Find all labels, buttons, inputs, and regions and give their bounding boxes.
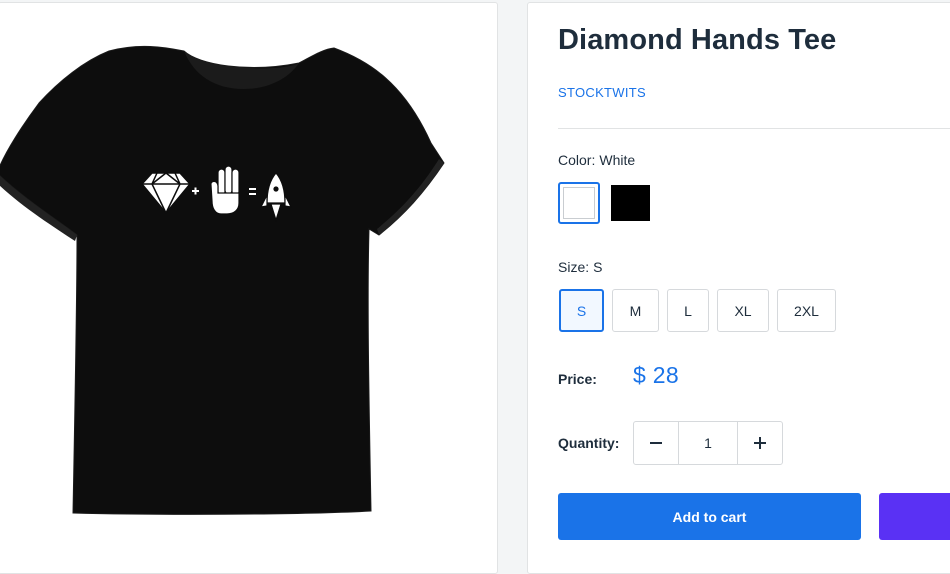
size-option-2xl[interactable]: 2XL	[777, 289, 836, 332]
size-option-label: Size: S	[558, 259, 602, 275]
plus-icon	[754, 437, 766, 449]
price-value: $ 28	[633, 362, 679, 388]
quantity-label: Quantity:	[558, 435, 620, 451]
product-image-card	[0, 2, 498, 574]
size-label-text: Size:	[558, 259, 590, 275]
color-option-label: Color: White	[558, 152, 635, 168]
color-label-text: Color:	[558, 152, 596, 168]
product-title: Diamond Hands Tee	[558, 24, 837, 56]
swatch-black[interactable]	[611, 185, 650, 221]
product-image[interactable]	[0, 3, 497, 560]
divider	[558, 128, 950, 129]
color-selected-value: White	[599, 152, 636, 168]
swatch-white-fill	[563, 187, 595, 219]
add-to-cart-button[interactable]: Add to cart	[558, 493, 861, 540]
size-option-l[interactable]: L	[667, 289, 709, 332]
size-option-s[interactable]: S	[559, 289, 604, 332]
swatch-black-fill	[611, 185, 650, 221]
quantity-stepper: 1	[633, 421, 783, 465]
quantity-increase-button[interactable]	[738, 422, 782, 464]
vendor-link[interactable]: STOCKTWITS	[558, 85, 646, 100]
size-options: S M L XL 2XL	[559, 289, 836, 332]
price-label: Price:	[558, 371, 597, 387]
quantity-decrease-button[interactable]	[634, 422, 678, 464]
tshirt-shape	[0, 45, 445, 515]
minus-icon	[650, 442, 662, 444]
size-option-m[interactable]: M	[612, 289, 659, 332]
size-option-xl[interactable]: XL	[717, 289, 769, 332]
buy-now-button[interactable]	[879, 493, 950, 540]
size-selected-value: S	[593, 259, 603, 275]
quantity-input[interactable]: 1	[678, 422, 738, 464]
swatch-white[interactable]	[558, 182, 600, 224]
